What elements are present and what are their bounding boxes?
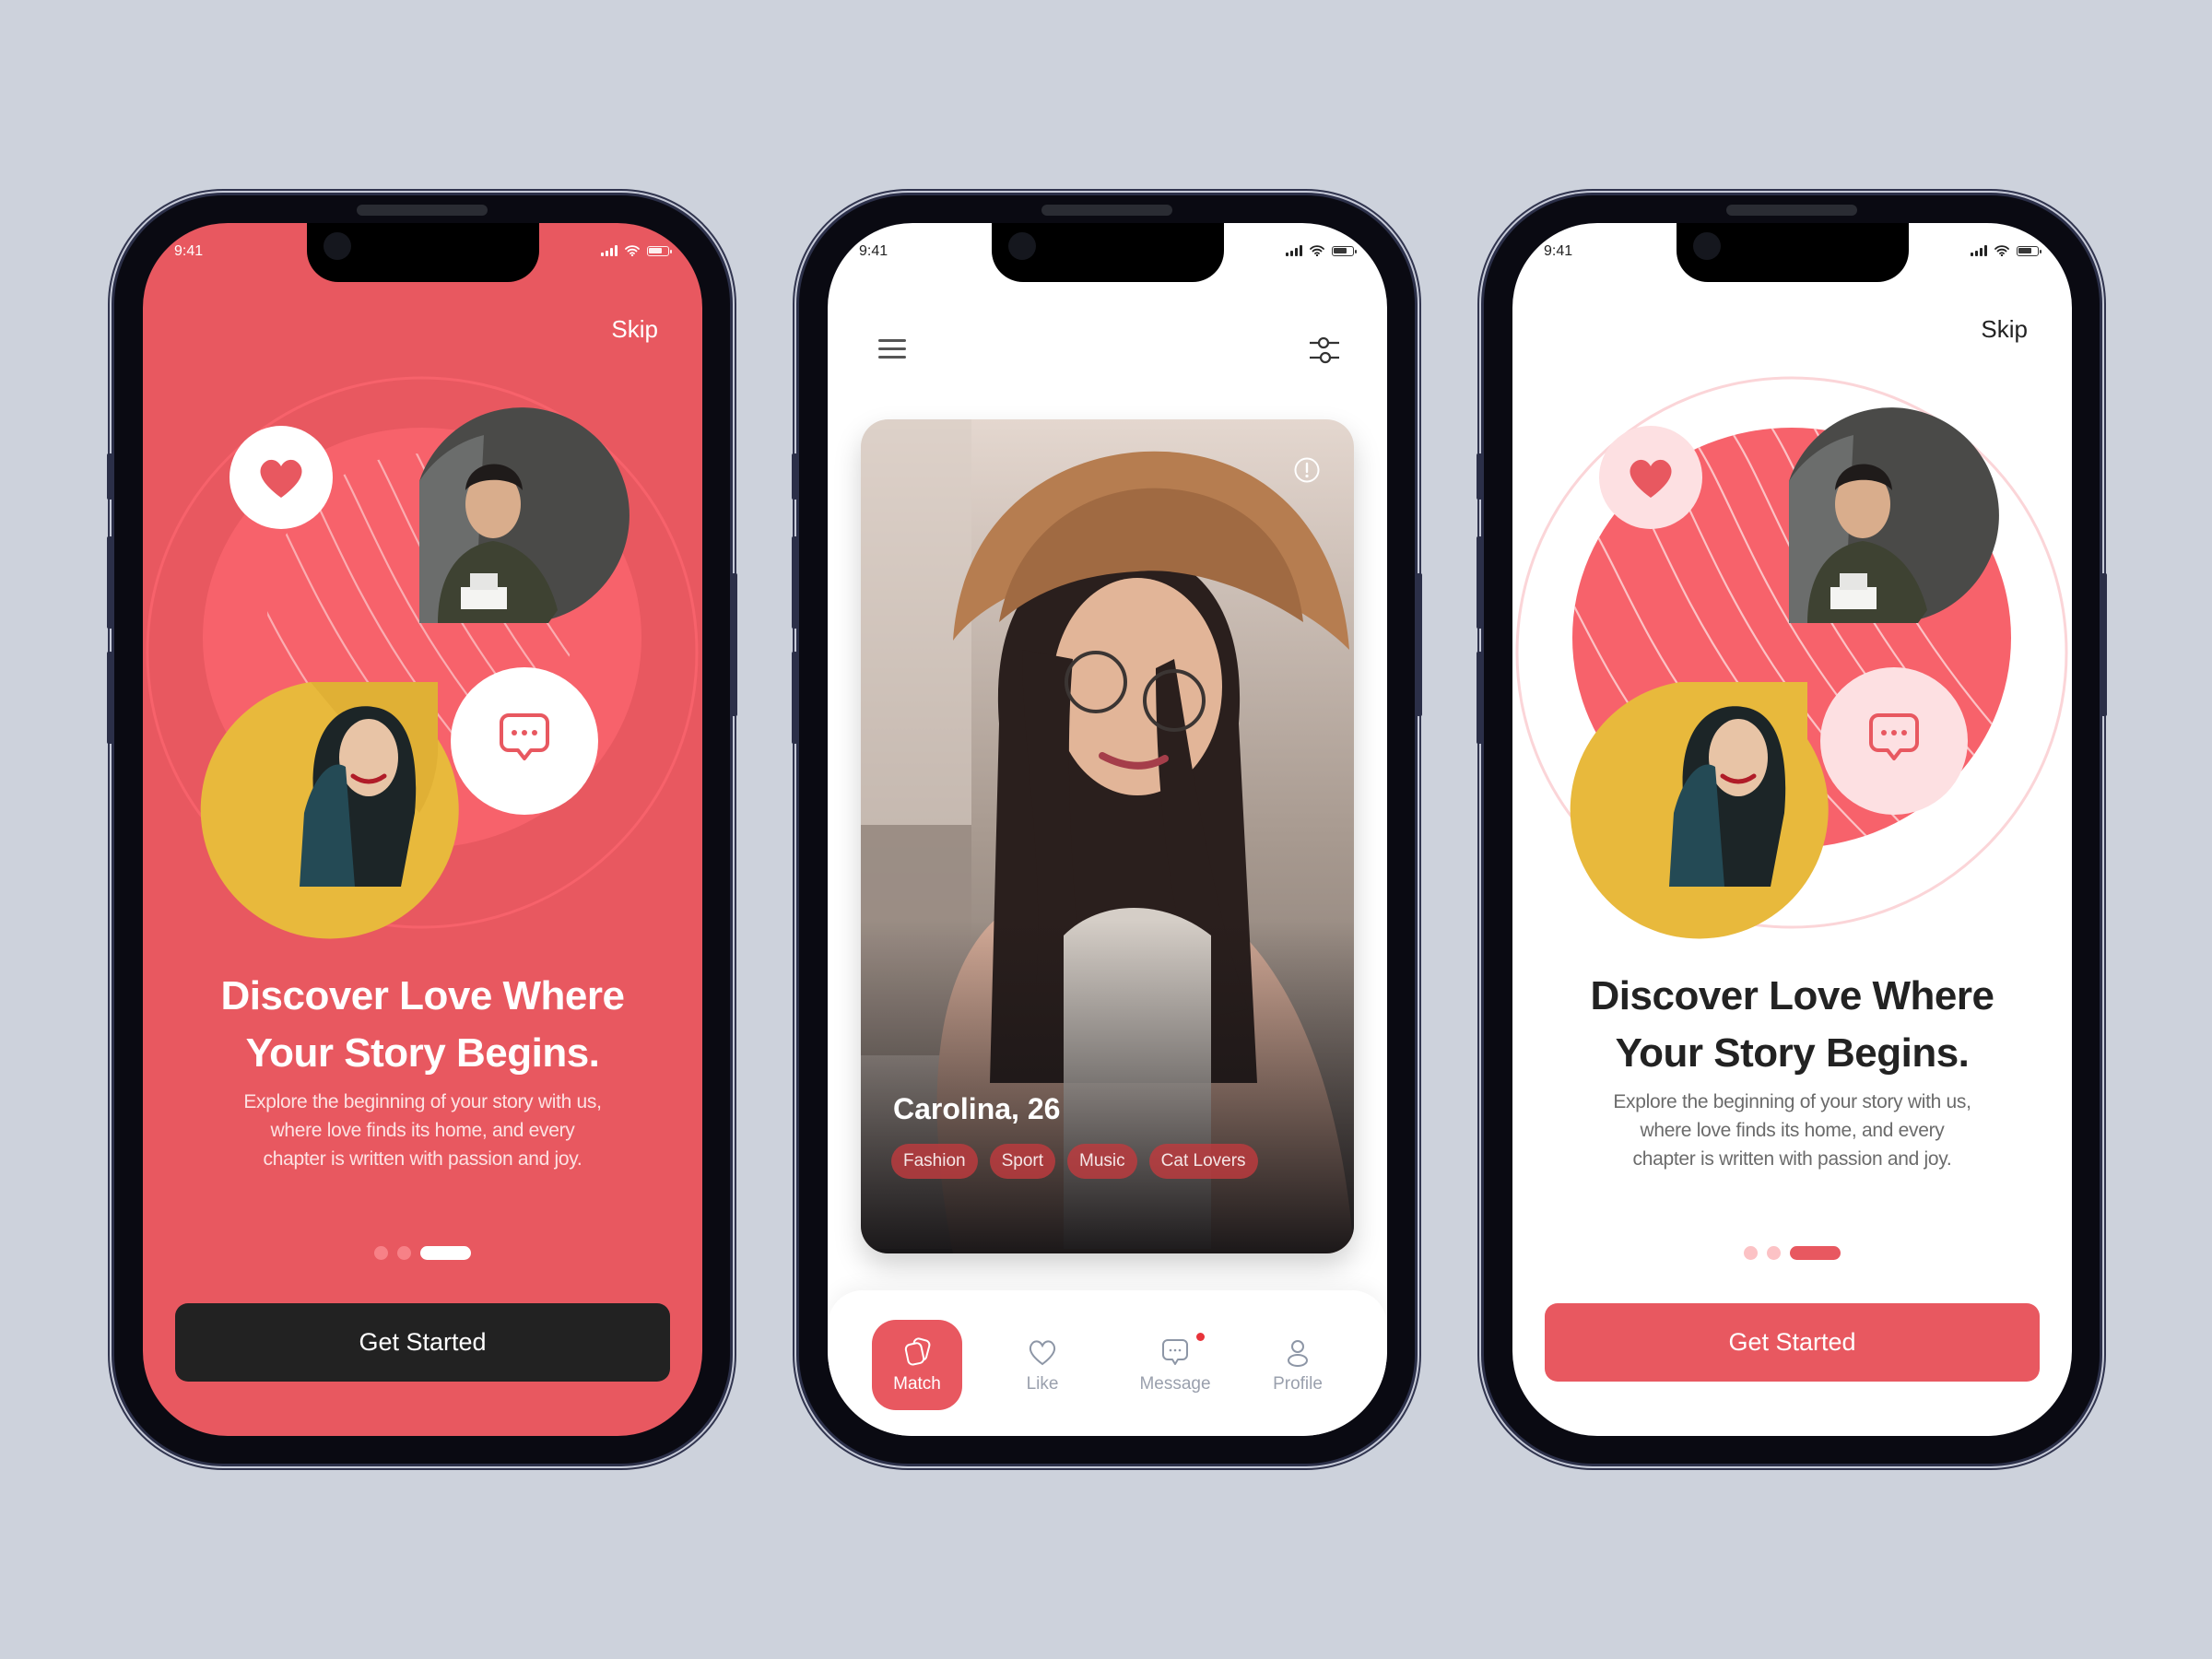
speaker — [357, 205, 488, 216]
volume-up-button — [107, 536, 112, 629]
screen-match: 9:41 Carolina, 26 Fashion Sport Music Ca… — [828, 223, 1387, 1436]
photo-woman — [200, 682, 459, 939]
skip-button[interactable]: Skip — [611, 315, 658, 344]
power-button — [1417, 573, 1422, 716]
title-line-1: Discover Love Where — [220, 973, 626, 1018]
front-camera — [323, 232, 351, 260]
volume-down-button — [107, 652, 112, 744]
speaker — [1726, 205, 1857, 216]
page-dot-1[interactable] — [1744, 1246, 1758, 1260]
tag-cat-lovers[interactable]: Cat Lovers — [1148, 1144, 1258, 1179]
description-line-3: chapter is written with passion and joy. — [263, 1148, 582, 1170]
skip-button[interactable]: Skip — [1981, 315, 2028, 344]
silent-switch — [1477, 453, 1482, 500]
photo-man — [1789, 407, 1999, 623]
tag-music[interactable]: Music — [1067, 1144, 1137, 1179]
title-line-2: Your Story Begins. — [245, 1030, 600, 1076]
status-time: 9:41 — [174, 243, 204, 259]
description-line-1: Explore the beginning of your story with… — [243, 1091, 602, 1112]
chat-bubble — [1820, 667, 1968, 815]
title-line-1: Discover Love Where — [1590, 973, 1995, 1018]
battery-icon — [647, 245, 672, 256]
volume-down-button — [1477, 652, 1482, 744]
tab-profile[interactable]: Profile — [1253, 1320, 1343, 1410]
interest-tags: Fashion Sport Music Cat Lovers — [891, 1144, 1258, 1179]
phone-frame-match: 9:41 Carolina, 26 Fashion Sport Music Ca… — [792, 195, 1422, 1464]
chat-bubble — [451, 667, 598, 815]
tab-message[interactable]: Message — [1124, 1320, 1226, 1410]
page-dot-2[interactable] — [1767, 1246, 1781, 1260]
wifi-icon — [625, 245, 640, 256]
tab-like[interactable]: Like — [997, 1320, 1088, 1410]
tab-match-label: Match — [893, 1374, 941, 1394]
phone-frame-onboarding-red: 9:41 Skip Discover Love Where Your Story… — [107, 195, 737, 1464]
page-dot-2[interactable] — [397, 1246, 411, 1260]
notch — [1676, 223, 1909, 282]
chat-bubble-icon — [1162, 1339, 1188, 1365]
page-dot-1[interactable] — [374, 1246, 388, 1260]
description-line-1: Explore the beginning of your story with… — [1613, 1091, 1971, 1112]
tab-match[interactable]: Match — [872, 1320, 962, 1410]
profile-photo — [861, 419, 1354, 1253]
tag-sport[interactable]: Sport — [989, 1144, 1056, 1179]
tab-profile-label: Profile — [1273, 1374, 1323, 1394]
bottom-tab-bar: Match Like Message Profile — [828, 1290, 1387, 1436]
photo-man — [419, 407, 629, 623]
cards-icon — [904, 1337, 931, 1366]
profile-name-age: Carolina, 26 — [893, 1092, 1061, 1125]
status-time: 9:41 — [1544, 243, 1573, 259]
wifi-icon — [1994, 245, 2009, 256]
onboarding-title: Discover Love Where Your Story Begins. — [143, 968, 702, 1082]
screen-onboarding-white: 9:41 Skip Discover Love Where Your Story… — [1512, 223, 2072, 1436]
photo-woman — [1570, 682, 1829, 939]
page-indicator — [143, 1246, 702, 1260]
battery-icon — [2017, 245, 2041, 256]
wifi-icon — [1310, 245, 1324, 256]
tab-message-label: Message — [1139, 1374, 1211, 1394]
status-time: 9:41 — [859, 243, 888, 259]
power-button — [2101, 573, 2107, 716]
battery-icon — [1332, 245, 1357, 256]
onboarding-title: Discover Love Where Your Story Begins. — [1512, 968, 2072, 1082]
signal-icon — [601, 245, 618, 256]
volume-up-button — [1477, 536, 1482, 629]
onboarding-description: Explore the beginning of your story with… — [198, 1088, 647, 1173]
signal-icon — [1286, 245, 1302, 256]
silent-switch — [792, 453, 797, 500]
screen-onboarding-red: 9:41 Skip Discover Love Where Your Story… — [143, 223, 702, 1436]
onboarding-description: Explore the beginning of your story with… — [1568, 1088, 2017, 1173]
hamburger-menu-icon[interactable] — [878, 339, 906, 364]
volume-down-button — [792, 652, 797, 744]
power-button — [732, 573, 737, 716]
get-started-button[interactable]: Get Started — [175, 1303, 670, 1382]
notch — [991, 223, 1224, 282]
tab-like-label: Like — [1026, 1374, 1059, 1394]
info-icon[interactable] — [1293, 456, 1321, 484]
silent-switch — [107, 453, 112, 500]
description-line-2: where love finds its home, and every — [1640, 1120, 1945, 1141]
tag-fashion[interactable]: Fashion — [891, 1144, 978, 1179]
front-camera — [1007, 232, 1036, 260]
page-dot-3-active[interactable] — [1790, 1246, 1841, 1260]
page-dot-3-active[interactable] — [420, 1246, 471, 1260]
get-started-button[interactable]: Get Started — [1545, 1303, 2040, 1382]
profile-card[interactable]: Carolina, 26 Fashion Sport Music Cat Lov… — [861, 419, 1354, 1253]
volume-up-button — [792, 536, 797, 629]
signal-icon — [1971, 245, 1987, 256]
description-line-2: where love finds its home, and every — [270, 1120, 575, 1141]
message-notification-dot — [1196, 1333, 1205, 1341]
speaker — [1041, 205, 1172, 216]
front-camera — [1692, 232, 1721, 260]
user-icon — [1288, 1340, 1308, 1367]
title-line-2: Your Story Begins. — [1615, 1030, 1970, 1076]
sliders-filter-icon[interactable] — [1308, 334, 1341, 367]
phone-frame-onboarding-white: 9:41 Skip Discover Love Where Your Story… — [1477, 195, 2107, 1464]
description-line-3: chapter is written with passion and joy. — [1632, 1148, 1952, 1170]
heart-outline-icon — [1029, 1340, 1056, 1366]
notch — [306, 223, 539, 282]
page-indicator — [1512, 1246, 2072, 1260]
